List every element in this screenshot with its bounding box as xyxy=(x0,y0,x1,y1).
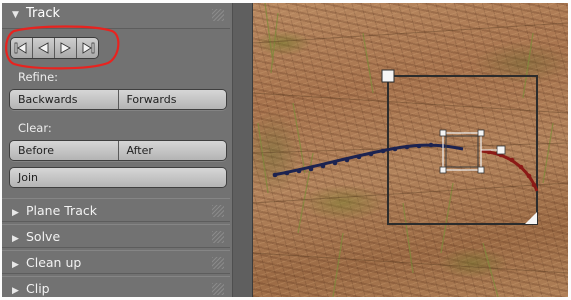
annotation-circle xyxy=(5,25,120,70)
triangle-down-icon: ▼ xyxy=(12,10,19,20)
panel-drag-grip-icon[interactable] xyxy=(212,283,224,295)
join-button-frame: Join xyxy=(9,167,227,188)
clear-label: Clear: xyxy=(18,121,52,135)
refine-backwards-button[interactable]: Backwards xyxy=(10,90,119,109)
track-path-future-points xyxy=(486,149,537,188)
clip-editor-window: ▼ Track Refine: Backwards Forwards Clear… xyxy=(2,3,568,297)
panel-drag-grip-icon[interactable] xyxy=(212,9,224,21)
footage-texture xyxy=(257,3,554,297)
search-area-move-handle[interactable] xyxy=(381,69,395,83)
triangle-right-icon: ▶ xyxy=(12,286,19,296)
triangle-right-icon: ▶ xyxy=(12,234,19,244)
refine-forwards-button[interactable]: Forwards xyxy=(118,90,226,109)
triangle-right-icon: ▶ xyxy=(12,208,19,218)
panel-header-clean-up[interactable]: ▶ Clean up xyxy=(2,250,230,274)
clip-viewer[interactable] xyxy=(253,3,568,297)
search-area-resize-handle[interactable] xyxy=(525,212,537,224)
panel-title-plane-track: Plane Track xyxy=(26,203,97,218)
panel-header-plane-track[interactable]: ▶ Plane Track xyxy=(2,198,230,222)
panel-region-divider[interactable] xyxy=(233,3,253,297)
track-path-past-points xyxy=(272,142,446,178)
triangle-right-icon: ▶ xyxy=(12,260,19,270)
tracking-overlay xyxy=(253,3,568,297)
clear-after-button[interactable]: After xyxy=(118,141,226,160)
panel-drag-grip-icon[interactable] xyxy=(212,257,224,269)
join-button[interactable]: Join xyxy=(10,168,226,187)
refine-button-row: Backwards Forwards xyxy=(9,89,227,110)
panel-header-solve[interactable]: ▶ Solve xyxy=(2,224,230,248)
marker-pattern-inner-frame xyxy=(445,135,479,168)
panel-title-clean-up: Clean up xyxy=(26,255,82,270)
refine-label: Refine: xyxy=(18,70,59,84)
panel-header-clip[interactable]: ▶ Clip xyxy=(2,276,230,297)
tool-panel: ▼ Track Refine: Backwards Forwards Clear… xyxy=(2,3,233,297)
panel-drag-grip-icon[interactable] xyxy=(212,231,224,243)
panel-title-solve: Solve xyxy=(26,229,61,244)
panel-title-track: Track xyxy=(26,6,61,21)
clear-button-row: Before After xyxy=(9,140,227,161)
track-path-future xyxy=(480,149,539,192)
panel-title-clip: Clip xyxy=(26,281,50,296)
pattern-rotate-handle[interactable] xyxy=(496,145,506,155)
clear-before-button[interactable]: Before xyxy=(10,141,119,160)
marker-pattern-area[interactable] xyxy=(442,132,482,171)
panel-drag-grip-icon[interactable] xyxy=(212,205,224,217)
